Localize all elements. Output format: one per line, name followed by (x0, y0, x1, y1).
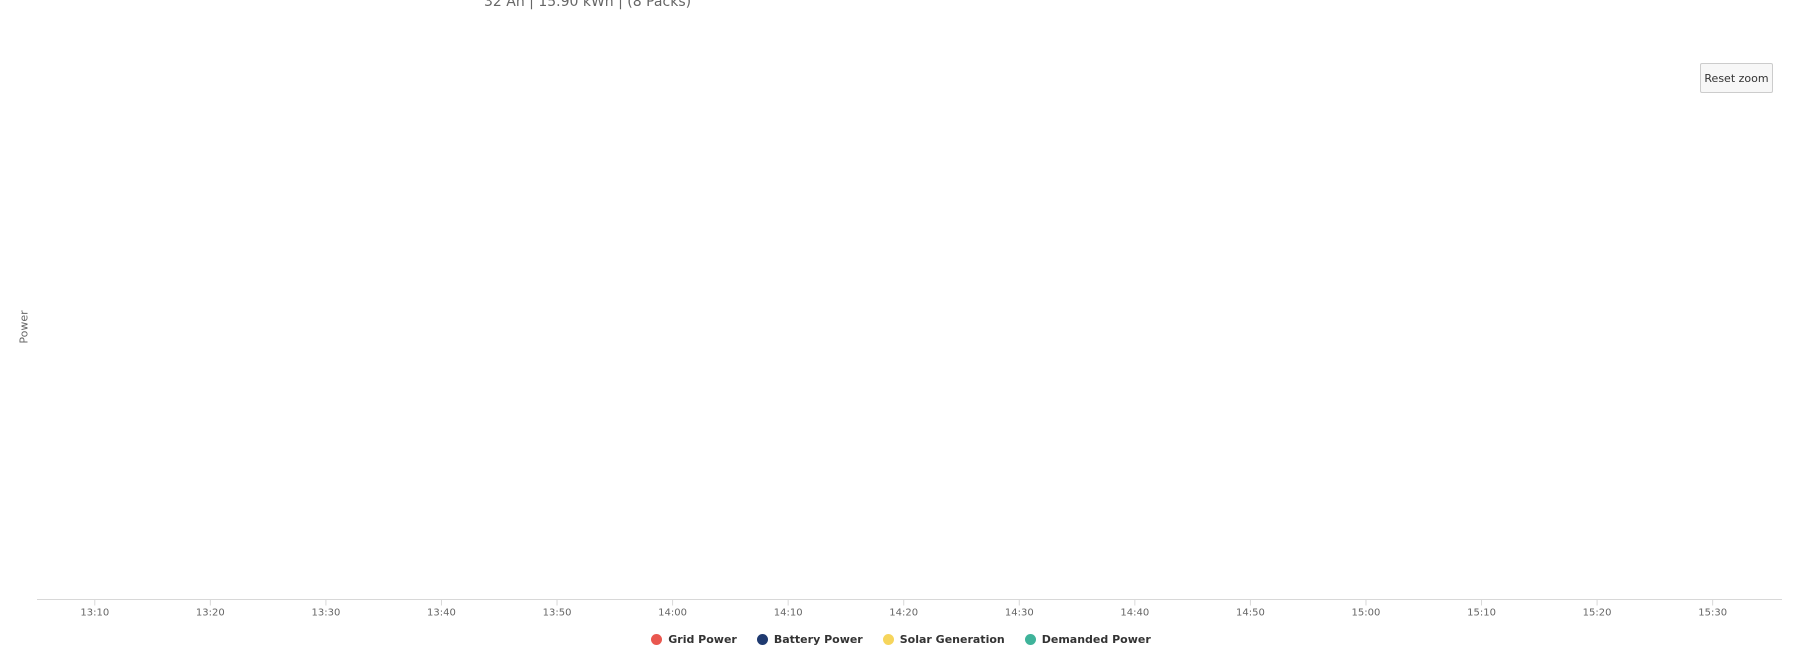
x-tick-label: 14:00 (658, 608, 687, 619)
x-tick-label: 14:10 (774, 608, 803, 619)
chart-plot-area: 13:10 13:20 13:30 13:40 13:50 14:00 14:10 14:20… (37, 599, 1782, 619)
legend-marker-icon (651, 634, 663, 645)
legend-marker-icon (756, 634, 768, 645)
legend-item[interactable]: Battery Power (756, 633, 863, 646)
x-tick-label: 13:20 (196, 608, 225, 619)
x-tick-label: 15:00 (1352, 608, 1381, 619)
x-tick-label: 14:30 (1005, 608, 1034, 619)
x-tick-label: 14:50 (1236, 608, 1265, 619)
x-tick-label: 13:50 (543, 608, 572, 619)
legend-label: Battery Power (773, 633, 863, 646)
legend-label: Solar Generation (899, 633, 1005, 646)
x-tick-label: 15:10 (1467, 608, 1496, 619)
legend-label: Grid Power (668, 633, 737, 646)
chart-legend: Grid Power Battery Power Solar Generation D… (0, 633, 1802, 646)
legend-item[interactable]: Grid Power (651, 633, 737, 646)
x-tick-label: 14:40 (1120, 608, 1149, 619)
legend-label: Demanded Power (1041, 633, 1151, 646)
x-axis-ticks: 13:10 13:20 13:30 13:40 13:50 14:00 14:10 14:20… (80, 599, 1727, 619)
legend-marker-icon (882, 634, 894, 645)
x-tick-label: 13:10 (80, 608, 109, 619)
x-tick-label: 15:30 (1698, 608, 1727, 619)
x-tick-label: 14:20 (889, 608, 918, 619)
legend-marker-icon (1024, 634, 1036, 645)
x-tick-label: 15:20 (1583, 608, 1612, 619)
legend-item[interactable]: Solar Generation (882, 633, 1005, 646)
legend-item[interactable]: Demanded Power (1024, 633, 1151, 646)
x-tick-label: 13:40 (427, 608, 456, 619)
x-tick-label: 13:30 (311, 608, 340, 619)
